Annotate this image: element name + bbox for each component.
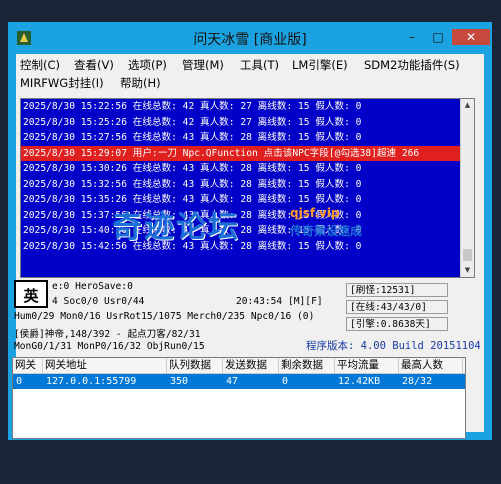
- cell-avg: 12.42KB: [338, 376, 381, 387]
- ime-indicator[interactable]: 英: [14, 280, 48, 308]
- online-count-box: [在线:43/43/0]: [346, 300, 448, 314]
- table-header: 网关 网关地址 队列数据 发送数据 剩余数据 平均流量 最高人数: [13, 358, 465, 374]
- cell-gateway: 0: [16, 376, 23, 387]
- menu-manage[interactable]: 管理(M): [182, 56, 224, 74]
- status-herosave: e:0 HeroSave:0: [52, 281, 133, 292]
- watermark-subtitle: 传奇架设速成: [290, 224, 363, 238]
- scroll-down-icon[interactable]: ▼: [461, 264, 474, 277]
- col-remaining-data[interactable]: 剩余数据: [279, 358, 335, 373]
- watermark-logo: 奇迹论坛: [112, 210, 240, 245]
- log-list: 2025/8/30 15:22:56 在线总数: 42 真人数: 27 离线数:…: [21, 99, 461, 277]
- status-player: [侯爵]神帝,148/392 - 起点刀客/82/31: [14, 329, 201, 340]
- menu-help[interactable]: 帮助(H): [120, 74, 161, 92]
- menu-sdm2-plugins[interactable]: SDM2功能插件(S): [364, 56, 460, 74]
- log-line: 2025/8/30 15:32:56 在线总数: 43 真人数: 28 离线数:…: [23, 178, 362, 190]
- status-time: 20:43:54 [M][F]: [236, 296, 323, 307]
- menu-bar: 控制(C) 查看(V) 选项(P) 管理(M) 工具(T) LM引擎(E) SD…: [16, 54, 484, 92]
- col-send-data[interactable]: 发送数据: [223, 358, 279, 373]
- menu-control[interactable]: 控制(C): [20, 56, 60, 74]
- table-row[interactable]: 0 127.0.0.1:55799 350 47 0 12.42KB 28/32: [13, 374, 465, 389]
- log-line: 2025/8/30 15:42:56 在线总数: 43 真人数: 28 离线数:…: [23, 240, 362, 252]
- log-line: 2025/8/30 15:35:26 在线总数: 43 真人数: 28 离线数:…: [23, 194, 362, 205]
- engine-days-box: [引擎:0.8638天]: [346, 317, 448, 331]
- menu-options[interactable]: 选项(P): [128, 56, 167, 74]
- scroll-thumb[interactable]: [463, 249, 472, 261]
- col-max-users[interactable]: 最高人数: [399, 358, 463, 373]
- cell-max: 28/32: [402, 376, 433, 387]
- log-line: 2025/8/30 15:30:26 在线总数: 43 真人数: 28 离线数:…: [23, 163, 362, 174]
- menu-mirfwg[interactable]: MIRFWG封挂(I): [20, 74, 104, 92]
- col-gateway-address[interactable]: 网关地址: [43, 358, 167, 373]
- status-soc-usr: 4 Soc0/0 Usr0/44: [52, 296, 145, 307]
- col-queue-data[interactable]: 队列数据: [167, 358, 223, 373]
- log-line: 2025/8/30 15:22:56 在线总数: 42 真人数: 27 离线数:…: [23, 101, 362, 112]
- gateway-table[interactable]: 网关 网关地址 队列数据 发送数据 剩余数据 平均流量 最高人数 0 127.0…: [12, 357, 466, 439]
- cell-address: 127.0.0.1:55799: [46, 376, 137, 387]
- status-hum-mon: Hum0/29 Mon0/16 UsrRot15/1075 Merch0/235…: [14, 311, 315, 322]
- log-scrollbar[interactable]: ▲ ▼: [460, 99, 474, 277]
- log-panel[interactable]: 2025/8/30 15:22:56 在线总数: 42 真人数: 27 离线数:…: [20, 98, 475, 278]
- minimize-icon[interactable]: –: [400, 29, 424, 45]
- scroll-up-icon[interactable]: ▲: [461, 99, 474, 112]
- menu-lm-engine[interactable]: LM引擎(E): [292, 56, 348, 74]
- watermark-url: qjsf.vip: [290, 206, 340, 220]
- cell-queue: 350: [170, 376, 189, 387]
- log-line-warning: 2025/8/30 15:29:07 用户:一刀 Npc.QFunction 点…: [21, 145, 461, 161]
- cell-send: 47: [226, 376, 239, 387]
- title-bar[interactable]: 问天冰雪 [商业版] – □ ✕: [8, 22, 492, 54]
- log-line: 2025/8/30 15:40:26 在线总数: 43 真人数: 28 离线数:…: [23, 225, 362, 236]
- close-icon[interactable]: ✕: [452, 29, 490, 45]
- menu-view[interactable]: 查看(V): [74, 56, 114, 74]
- log-line: 2025/8/30 15:37:56 在线总数: 43 真人数: 28 离线数:…: [23, 209, 362, 221]
- maximize-icon[interactable]: □: [426, 29, 450, 45]
- col-gateway[interactable]: 网关: [13, 358, 43, 373]
- status-mong: MonG0/1/31 MonP0/16/32 ObjRun0/15: [14, 341, 205, 352]
- refresh-count-box: [刷怪:12531]: [346, 283, 448, 297]
- program-version: 程序版本: 4.00 Build 20151104: [306, 340, 481, 352]
- col-avg-traffic[interactable]: 平均流量: [335, 358, 399, 373]
- log-line: 2025/8/30 15:27:56 在线总数: 43 真人数: 28 离线数:…: [23, 132, 362, 143]
- menu-tools[interactable]: 工具(T): [240, 56, 279, 74]
- cell-remaining: 0: [282, 376, 289, 387]
- log-line: 2025/8/30 15:25:26 在线总数: 42 真人数: 27 离线数:…: [23, 116, 362, 128]
